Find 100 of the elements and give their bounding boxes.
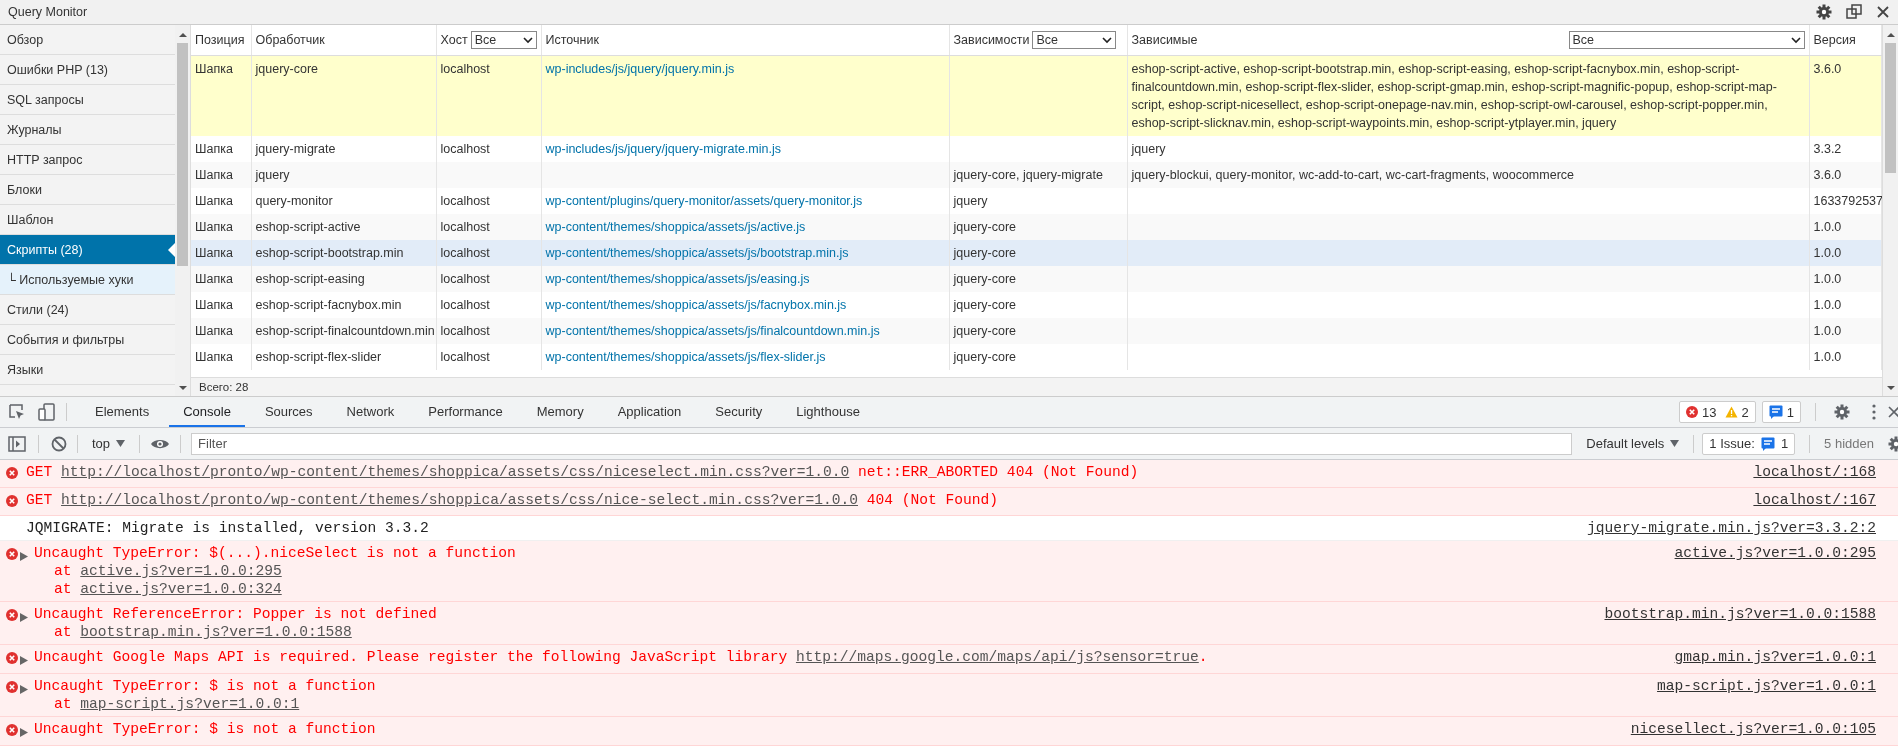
table-cell: jquery-core xyxy=(953,298,1017,312)
warning-icon xyxy=(1724,406,1738,418)
table-cell: 3.6.0 xyxy=(1813,62,1842,76)
source-link[interactable]: wp-content/themes/shoppica/assets/js/easing.js xyxy=(545,272,810,286)
error-warning-counter[interactable]: 13 2 xyxy=(1679,401,1756,423)
settings-icon[interactable] xyxy=(1816,4,1832,20)
column-header: Хост xyxy=(440,33,468,47)
devtools-tab[interactable]: Performance xyxy=(414,397,517,427)
filter-dropdown[interactable]: Все xyxy=(1032,31,1117,49)
scrollbar-thumb[interactable] xyxy=(177,43,188,266)
message-icon xyxy=(1768,405,1783,419)
clear-console-icon[interactable] xyxy=(51,435,67,452)
stack-trace-line: at bootstrap.min.js?ver=1.0.0:1588 xyxy=(53,623,353,641)
url-link[interactable]: http://localhost/pronto/wp-content/themes/shoppica/assets/css/niceselect.min.css?ver=1.0.0 xyxy=(61,464,850,480)
source-link[interactable]: wp-content/themes/shoppica/assets/js/finalcountdown.min.js xyxy=(545,324,880,338)
error-icon xyxy=(6,681,18,693)
more-options-icon[interactable] xyxy=(1872,404,1876,420)
table-row[interactable]: Шапка eshop-script-facnybox.min localhost wp-content/themes/shoppica/assets/js/facnybox.min.js jquery-core 1.0.0 xyxy=(191,292,1881,318)
table-row[interactable] xyxy=(191,55,1881,136)
url-link[interactable]: http://maps.google.com/maps/api/js?sensor=true xyxy=(795,649,1199,665)
source-link[interactable]: wp-content/plugins/query-monitor/assets/query-monitor.js xyxy=(545,194,863,208)
filter-field[interactable]: Filter xyxy=(191,432,1573,455)
stack-link[interactable]: active.js?ver=1.0.0:324 xyxy=(80,581,282,597)
table-row[interactable]: Шапка eshop-script-finalcountdown.min localhost wp-content/themes/shoppica/assets/js/finalcountdown.min.js jquery-core 1.0.0 xyxy=(191,318,1881,344)
table-row[interactable]: Шапка eshop-script-bootstrap.min localhost wp-content/themes/shoppica/assets/js/bootstrap.min.js jquery-core 1.0.0 xyxy=(191,240,1881,266)
devtools-tab[interactable]: Application xyxy=(603,397,696,427)
scroll-up-arrow-icon[interactable] xyxy=(177,31,188,39)
scroll-down-arrow-icon[interactable] xyxy=(1885,384,1896,392)
source-link[interactable]: localhost/:167 xyxy=(1753,491,1876,509)
table-cell: localhost xyxy=(440,220,490,234)
stack-link[interactable]: bootstrap.min.js?ver=1.0.0:1588 xyxy=(80,624,352,640)
message-icon xyxy=(1760,436,1775,451)
devtools-tab[interactable]: Lighthouse xyxy=(782,397,874,427)
table-row[interactable]: Шапка jquery jquery-core, jquery-migrate jquery-blockui, query-monitor, wc-add-to-cart, wc-cart-fragments, woocommerce 3.6.0 xyxy=(191,162,1881,188)
table-cell: Шапка xyxy=(195,220,233,234)
devtools-tab[interactable]: Elements xyxy=(81,397,164,427)
source-link[interactable]: bootstrap.min.js?ver=1.0.0:1588 xyxy=(1604,605,1876,623)
table-cell: localhost xyxy=(440,324,490,338)
expand-arrow-icon[interactable] xyxy=(20,552,28,561)
devtools-tab[interactable]: Network xyxy=(332,397,409,427)
source-link[interactable]: jquery-migrate.min.js?ver=3.3.2:2 xyxy=(1587,519,1876,537)
source-link[interactable]: map-script.js?ver=1.0.0:1 xyxy=(1657,677,1876,695)
devtools-tab[interactable]: Memory xyxy=(522,397,598,427)
table-cell: 1633792537 xyxy=(1813,194,1882,208)
stack-link[interactable]: active.js?ver=1.0.0:295 xyxy=(80,563,282,579)
sidebar-item[interactable]: └ Используемые хуки xyxy=(0,265,175,295)
expand-arrow-icon[interactable] xyxy=(20,728,28,737)
table-row[interactable]: Шапка eshop-script-flex-slider localhost wp-content/themes/shoppica/assets/js/flex-slider.js jquery-core 1.0.0 xyxy=(191,344,1881,370)
url-link[interactable]: http://localhost/pronto/wp-content/themes/shoppica/assets/css/nice-select.min.css?ver=1.0.0 xyxy=(61,492,858,508)
error-icon xyxy=(6,609,18,621)
source-link[interactable]: wp-content/themes/shoppica/assets/js/flex-slider.js xyxy=(545,350,826,364)
table-row[interactable]: Шапка query-monitor localhost wp-content/plugins/query-monitor/assets/query-monitor.js jquery 1633792537 xyxy=(191,188,1881,214)
source-link[interactable]: nicesellect.js?ver=1.0.0:105 xyxy=(1630,720,1876,738)
messages-counter[interactable]: 1 xyxy=(1761,401,1801,423)
table-cell: jquery-core xyxy=(953,220,1017,234)
inspect-icon[interactable] xyxy=(8,403,26,421)
filter-dropdown[interactable]: Все xyxy=(1568,31,1805,49)
table-cell: 1.0.0 xyxy=(1813,350,1842,364)
column-header: Источник xyxy=(545,33,599,47)
stack-link[interactable]: map-script.js?ver=1.0.0:1 xyxy=(80,696,300,712)
error-icon xyxy=(1686,406,1699,418)
table-row[interactable]: Шапка eshop-script-active localhost wp-content/themes/shoppica/assets/js/active.js jquery-core 1.0.0 xyxy=(191,214,1881,240)
console-message: GET http://localhost/pronto/wp-content/themes/shoppica/assets/css/niceselect.min.css?ver=1.0.0 net::ERR_ABORTED 404 (Not Found) xyxy=(26,463,1140,481)
scrollbar-thumb[interactable] xyxy=(1885,43,1896,173)
scroll-down-arrow-icon[interactable] xyxy=(177,384,188,392)
device-toolbar-icon[interactable] xyxy=(38,403,56,421)
issues-button[interactable]: 1 Issue: 1 xyxy=(1702,432,1796,455)
source-link[interactable]: active.js?ver=1.0.0:295 xyxy=(1674,544,1876,562)
close-icon[interactable] xyxy=(1888,405,1898,419)
close-icon[interactable] xyxy=(1876,5,1890,19)
context-selector[interactable]: top xyxy=(88,436,130,451)
scroll-up-arrow-icon[interactable] xyxy=(1885,31,1896,39)
table-cell: Шапка xyxy=(195,350,233,364)
table-row[interactable]: Шапка jquery-migrate localhost wp-includes/js/jquery/jquery-migrate.min.js jquery 3.3.2 xyxy=(191,136,1881,162)
source-link[interactable]: wp-content/themes/shoppica/assets/js/active.js xyxy=(545,220,806,234)
table-cell: localhost xyxy=(440,194,490,208)
settings-icon[interactable] xyxy=(1834,404,1850,420)
source-link[interactable]: localhost/:168 xyxy=(1753,463,1876,481)
console-message: JQMIGRATE: Migrate is installed, version 3.3.2 xyxy=(26,519,430,537)
expand-arrow-icon[interactable] xyxy=(20,685,28,694)
table-cell: jquery-core xyxy=(953,246,1017,260)
chevron-down-icon xyxy=(1102,36,1113,44)
devtools-tab[interactable]: Security xyxy=(701,397,777,427)
popout-icon[interactable] xyxy=(1846,4,1862,20)
filter-dropdown[interactable]: Все xyxy=(470,31,537,49)
expand-arrow-icon[interactable] xyxy=(20,656,28,665)
expand-arrow-icon[interactable] xyxy=(20,613,28,622)
console-message: Uncaught ReferenceError: Popper is not defined xyxy=(34,605,438,623)
source-link[interactable]: wp-content/themes/shoppica/assets/js/bootstrap.min.js xyxy=(545,246,849,260)
devtools-tab[interactable]: Sources xyxy=(250,397,327,427)
table-cell: jquery-core, jquery-migrate xyxy=(953,168,1103,182)
log-levels-dropdown[interactable]: Default levels xyxy=(1580,436,1686,451)
sidebar-toggle-icon[interactable] xyxy=(8,435,26,452)
source-link[interactable]: wp-includes/js/jquery/jquery-migrate.min.js xyxy=(545,142,781,156)
source-link[interactable]: gmap.min.js?ver=1.0.0:1 xyxy=(1674,648,1876,666)
eye-icon[interactable] xyxy=(150,437,171,450)
source-link[interactable]: wp-includes/js/jquery/jquery.min.js xyxy=(545,62,735,76)
source-link[interactable]: wp-content/themes/shoppica/assets/js/facnybox.min.js xyxy=(545,298,847,312)
table-row[interactable]: Шапка eshop-script-easing localhost wp-content/themes/shoppica/assets/js/easing.js jquery-core 1.0.0 xyxy=(191,266,1881,292)
sidebar-item[interactable]: Скрипты (28) xyxy=(0,235,175,265)
